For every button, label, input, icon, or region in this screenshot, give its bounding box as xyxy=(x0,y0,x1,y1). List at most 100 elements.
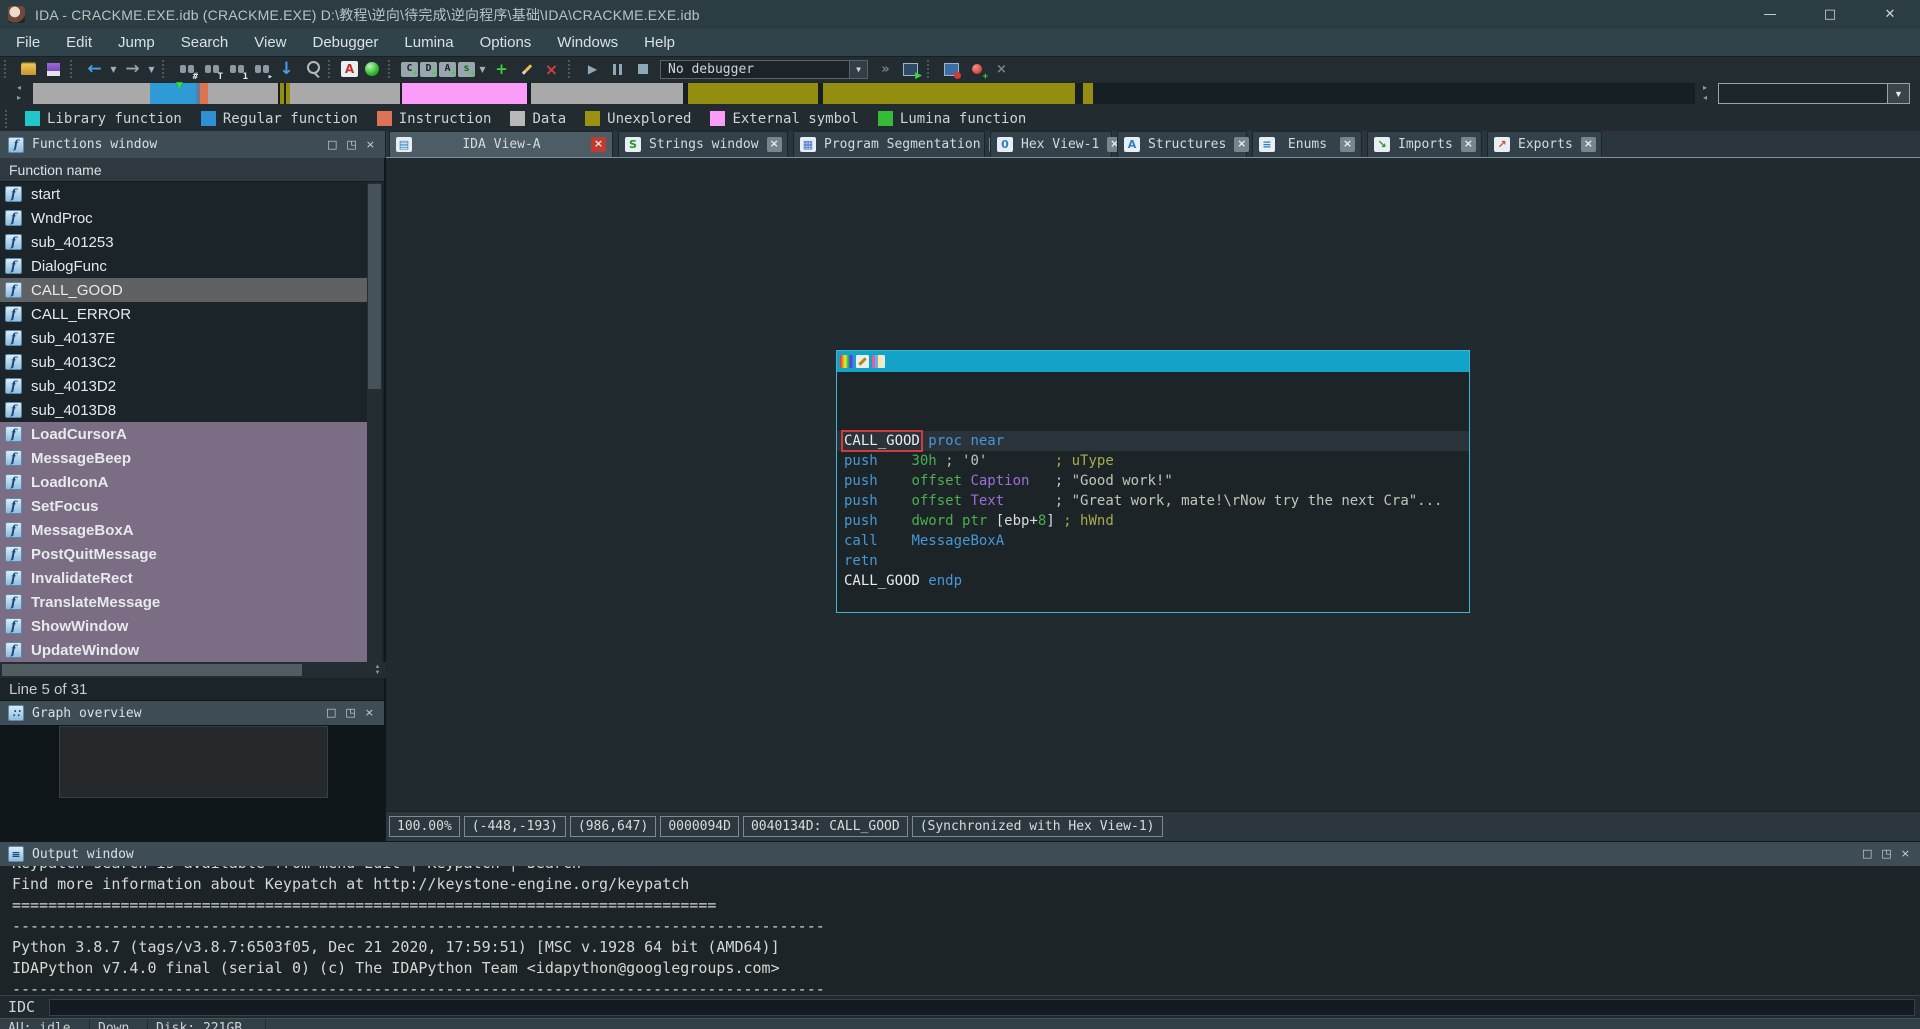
tab-close-icon[interactable]: × xyxy=(1581,137,1596,152)
tab-hex-view-1[interactable]: 0Hex View-1× xyxy=(990,131,1112,157)
functions-horizontal-scrollbar[interactable] xyxy=(0,662,369,678)
disasm-line[interactable]: push dword ptr [ebp+8] ; hWnd xyxy=(837,511,1469,531)
debugger-selector[interactable]: No debugger▼ xyxy=(660,60,868,79)
output-window-titlebar[interactable]: ≡ Output window □ ◳ × xyxy=(0,841,1920,866)
nav-band-segment[interactable] xyxy=(823,83,1075,104)
functions-hscroll-thumb[interactable] xyxy=(2,664,302,676)
menu-view[interactable]: View xyxy=(241,29,299,56)
disasm-line[interactable]: push offset Text ; "Great work, mate!\rN… xyxy=(837,491,1469,511)
lumina-pull-icon[interactable] xyxy=(360,59,383,80)
function-row-messageboxa[interactable]: fMessageBoxA xyxy=(0,518,369,542)
function-row-invalidaterect[interactable]: fInvalidateRect xyxy=(0,566,369,590)
menu-edit[interactable]: Edit xyxy=(53,29,105,56)
menu-windows[interactable]: Windows xyxy=(544,29,631,56)
functions-vertical-scrollbar[interactable] xyxy=(367,182,382,662)
tab-strings-window[interactable]: SStrings window× xyxy=(618,131,788,157)
window-maximize-button[interactable]: □ xyxy=(1800,0,1860,29)
window-minimize-button[interactable]: — xyxy=(1740,0,1800,29)
nav-band-segment[interactable] xyxy=(688,83,818,104)
nav-band-segment[interactable] xyxy=(200,83,208,104)
tab-close-icon[interactable]: × xyxy=(1461,137,1476,152)
output-close-icon[interactable]: × xyxy=(1901,847,1910,861)
tab-program-segmentation[interactable]: ▦Program Segmentation× xyxy=(793,131,985,157)
disasm-line[interactable]: retn xyxy=(837,551,1469,571)
search-binary-icon[interactable]: # xyxy=(175,59,198,80)
menu-lumina[interactable]: Lumina xyxy=(391,29,466,56)
add-type-icon[interactable]: + xyxy=(490,59,513,80)
disasm-line[interactable]: CALL_GOOD endp xyxy=(837,571,1469,591)
function-row-sub-4013d8[interactable]: fsub_4013D8 xyxy=(0,398,369,422)
disasm-line[interactable]: CALL_GOOD proc near xyxy=(837,431,1469,451)
functions-float-icon[interactable]: ◳ xyxy=(346,138,356,152)
navigate-back-icon[interactable]: ← xyxy=(83,59,106,80)
jump-address-icon[interactable]: ↓ xyxy=(275,59,298,80)
function-row-loadicona[interactable]: fLoadIconA xyxy=(0,470,369,494)
nav-combobox-dropdown-icon[interactable]: ▼ xyxy=(1887,84,1909,103)
function-row-setfocus[interactable]: fSetFocus xyxy=(0,494,369,518)
function-row-sub-401253[interactable]: fsub_401253 xyxy=(0,230,369,254)
tab-structures[interactable]: AStructures× xyxy=(1117,131,1247,157)
tab-close-icon[interactable]: × xyxy=(1340,137,1355,152)
make-array-icon[interactable]: A+ xyxy=(439,62,456,77)
tab-close-icon[interactable]: × xyxy=(767,137,782,152)
nav-scroll-left-icon[interactable]: ◂▸ xyxy=(12,82,26,104)
function-row-sub-4013d2[interactable]: fsub_4013D2 xyxy=(0,374,369,398)
function-row-loadcursora[interactable]: fLoadCursorA xyxy=(0,422,369,446)
nav-scroll-right-icon[interactable]: ▸◂ xyxy=(1698,82,1712,104)
menu-debugger[interactable]: Debugger xyxy=(300,29,392,56)
overview-float-icon[interactable]: ◳ xyxy=(345,706,355,720)
nav-band-segment[interactable] xyxy=(208,83,278,104)
graph-overview-viewport-rect[interactable] xyxy=(59,726,328,798)
menu-help[interactable]: Help xyxy=(631,29,688,56)
functions-vscroll-thumb[interactable] xyxy=(368,184,381,389)
function-row-showwindow[interactable]: fShowWindow xyxy=(0,614,369,638)
attach-process-icon[interactable]: » xyxy=(874,59,897,80)
toolbar-drag-handle[interactable] xyxy=(4,60,12,78)
make-string-icon[interactable]: s+ xyxy=(458,62,475,77)
menu-jump[interactable]: Jump xyxy=(105,29,168,56)
make-code-icon[interactable]: C+ xyxy=(401,62,418,77)
search-memory-icon[interactable] xyxy=(300,59,323,80)
graph-node-palette-icon[interactable] xyxy=(840,355,853,368)
open-file-icon[interactable] xyxy=(17,59,40,80)
function-row-dialogfunc[interactable]: fDialogFunc xyxy=(0,254,369,278)
search-text-icon[interactable]: T xyxy=(200,59,223,80)
graph-node-titlebar[interactable] xyxy=(837,351,1469,372)
graph-node-edit-icon[interactable] xyxy=(856,355,869,368)
graph-overview-titlebar[interactable]: ∷ Graph overview □ ◳ × xyxy=(0,700,384,725)
disasm-line[interactable]: call MessageBoxA xyxy=(837,531,1469,551)
nav-band-segment[interactable] xyxy=(290,83,400,104)
ida-view-graph-canvas[interactable]: CALL_GOOD proc nearpush 30h ; '0' ; uTyp… xyxy=(386,158,1920,841)
overview-close-icon[interactable]: × xyxy=(365,706,374,720)
edit-patch-icon[interactable] xyxy=(515,59,538,80)
function-row-updatewindow[interactable]: fUpdateWindow xyxy=(0,638,369,662)
nav-band-segment[interactable] xyxy=(531,83,683,104)
nav-address-combobox[interactable]: ▼ xyxy=(1718,83,1910,104)
nav-band-segment[interactable] xyxy=(150,83,196,104)
output-maximize-icon[interactable]: □ xyxy=(1862,847,1872,861)
forward-dropdown-icon[interactable]: ▼ xyxy=(146,59,157,80)
functions-scroll-corner[interactable]: ▲▼ xyxy=(369,662,386,678)
console-language-label[interactable]: IDC xyxy=(8,998,35,1016)
legend-drag-handle[interactable] xyxy=(5,110,13,128)
graph-node-call-good[interactable]: CALL_GOOD proc nearpush 30h ; '0' ; uTyp… xyxy=(836,350,1470,613)
navigate-forward-icon[interactable]: → xyxy=(121,59,144,80)
nav-band-segment[interactable] xyxy=(280,83,284,104)
window-close-button[interactable]: ✕ xyxy=(1860,0,1920,29)
functions-window-titlebar[interactable]: f Functions window □ ◳ × xyxy=(0,131,386,158)
function-row-call-good[interactable]: fCALL_GOOD xyxy=(0,278,369,302)
function-row-translatemessage[interactable]: fTranslateMessage xyxy=(0,590,369,614)
function-row-sub-4013c2[interactable]: fsub_4013C2 xyxy=(0,350,369,374)
functions-column-header[interactable]: Function name xyxy=(0,158,384,182)
function-row-sub-40137e[interactable]: fsub_40137E xyxy=(0,326,369,350)
disasm-line[interactable]: push 30h ; '0' ; uType xyxy=(837,451,1469,471)
disasm-line[interactable]: push offset Caption ; "Good work!" xyxy=(837,471,1469,491)
menu-file[interactable]: File xyxy=(3,29,53,56)
save-icon[interactable] xyxy=(42,59,65,80)
delete-breakpoint-icon[interactable]: × xyxy=(990,59,1013,80)
nav-band-segment[interactable] xyxy=(402,83,527,104)
graph-overview-canvas[interactable] xyxy=(0,725,384,841)
make-data-icon[interactable]: D+ xyxy=(420,62,437,77)
tab-imports[interactable]: ↘Imports× xyxy=(1367,131,1482,157)
debugger-selector-dropdown-icon[interactable]: ▼ xyxy=(849,61,867,78)
